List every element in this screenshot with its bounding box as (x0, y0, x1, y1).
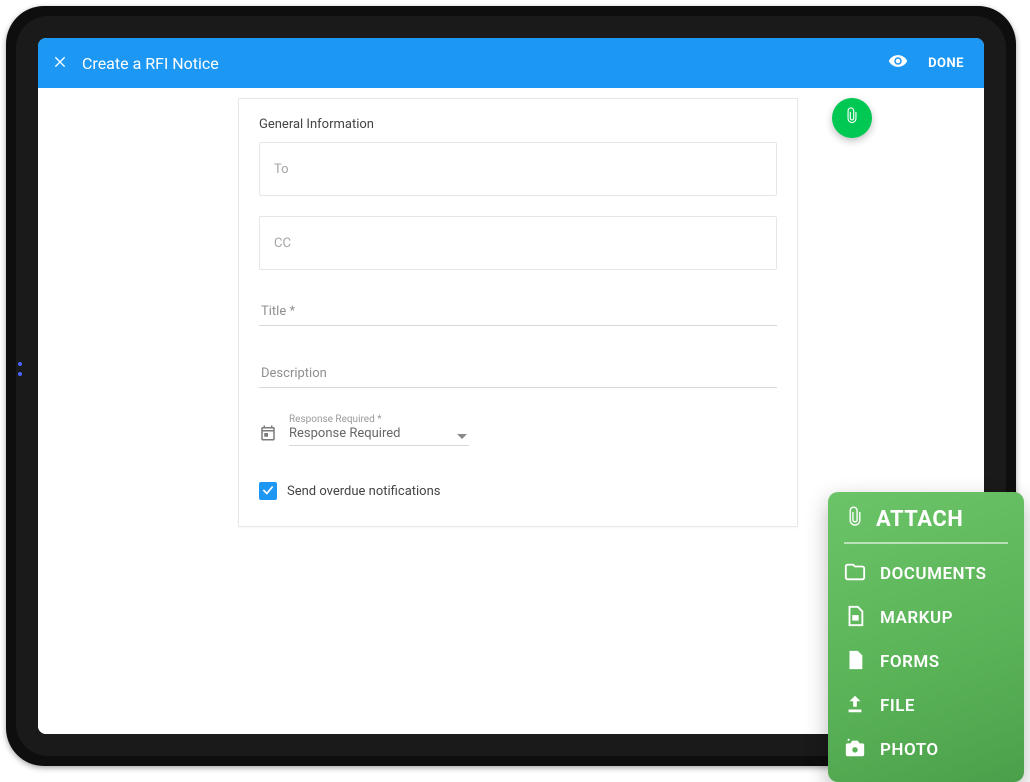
page-title: Create a RFI Notice (82, 54, 219, 73)
chevron-down-icon (457, 434, 467, 439)
attach-item-label: MARKUP (880, 608, 953, 628)
device-indicator-dot (18, 372, 22, 376)
close-button[interactable] (52, 53, 68, 73)
section-heading: General Information (259, 117, 777, 132)
camera-icon (844, 737, 866, 763)
attach-fab[interactable] (832, 98, 872, 138)
description-field[interactable]: Description (259, 352, 777, 388)
checkmark-icon (261, 482, 275, 501)
cc-placeholder: CC (274, 236, 291, 251)
description-label: Description (261, 366, 327, 381)
done-button[interactable]: DONE (922, 50, 970, 77)
response-required-small-label: Response Required * (289, 414, 469, 425)
overdue-checkbox[interactable] (259, 482, 277, 500)
close-icon (52, 53, 68, 73)
paperclip-icon (843, 107, 861, 129)
attach-item-label: FILE (880, 696, 915, 716)
title-field[interactable]: Title * (259, 290, 777, 326)
form-card: General Information To CC Title * Descri… (238, 98, 798, 527)
response-required-select[interactable]: Response Required * Response Required (289, 414, 469, 446)
attach-item-documents[interactable]: DOCUMENTS (844, 552, 1008, 596)
attach-item-label: PHOTO (880, 740, 939, 760)
title-label: Title * (261, 304, 295, 319)
attach-item-label: DOCUMENTS (880, 564, 987, 584)
calendar-icon (259, 424, 277, 446)
cc-field[interactable]: CC (259, 216, 777, 270)
to-field[interactable]: To (259, 142, 777, 196)
upload-icon (844, 693, 866, 719)
eye-icon (888, 51, 908, 75)
preview-button[interactable] (888, 51, 908, 75)
overdue-label: Send overdue notifications (287, 484, 440, 499)
attach-item-markup[interactable]: MARKUP (844, 596, 1008, 640)
attach-panel: ATTACH DOCUMENTS MARKUP FORMS FILE PHOTO (828, 492, 1024, 782)
folder-icon (844, 561, 866, 587)
response-required-row: Response Required * Response Required (259, 414, 777, 446)
overdue-row: Send overdue notifications (259, 482, 777, 500)
attach-item-label: FORMS (880, 652, 940, 672)
attach-item-photo[interactable]: PHOTO (844, 728, 1008, 772)
paperclip-icon (844, 506, 866, 532)
attach-item-file[interactable]: FILE (844, 684, 1008, 728)
response-required-value: Response Required (289, 426, 469, 445)
app-bar: Create a RFI Notice DONE (38, 38, 984, 88)
device-indicator-dot (18, 362, 22, 366)
markup-icon (844, 605, 866, 631)
forms-icon (844, 649, 866, 675)
attach-panel-title: ATTACH (876, 507, 963, 532)
attach-item-forms[interactable]: FORMS (844, 640, 1008, 684)
attach-panel-header: ATTACH (844, 506, 1008, 544)
to-placeholder: To (274, 162, 289, 177)
